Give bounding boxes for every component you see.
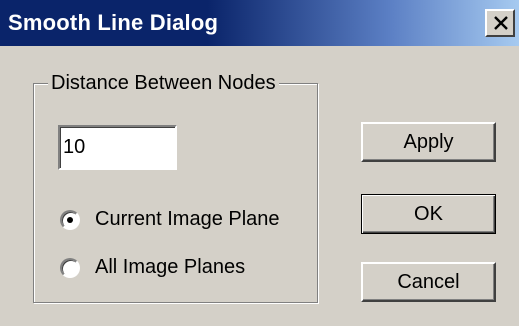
apply-button[interactable]: Apply bbox=[361, 122, 496, 162]
radio-button-selected[interactable] bbox=[60, 210, 80, 230]
smooth-line-dialog: Smooth Line Dialog Distance Between Node… bbox=[0, 0, 519, 326]
ok-button[interactable]: OK bbox=[361, 194, 496, 234]
close-icon bbox=[494, 16, 508, 30]
radio-button-unselected[interactable] bbox=[60, 258, 80, 278]
radio-label-current: Current Image Plane bbox=[95, 208, 280, 230]
distance-input[interactable] bbox=[63, 133, 171, 161]
close-button[interactable] bbox=[485, 9, 515, 37]
group-legend: Distance Between Nodes bbox=[48, 72, 279, 95]
radio-dot bbox=[67, 217, 73, 223]
distance-field-frame bbox=[58, 125, 177, 170]
radio-label-all: All Image Planes bbox=[95, 256, 246, 278]
window-title: Smooth Line Dialog bbox=[8, 10, 219, 35]
title-bar[interactable]: Smooth Line Dialog bbox=[0, 0, 519, 46]
cancel-button[interactable]: Cancel bbox=[361, 262, 496, 302]
